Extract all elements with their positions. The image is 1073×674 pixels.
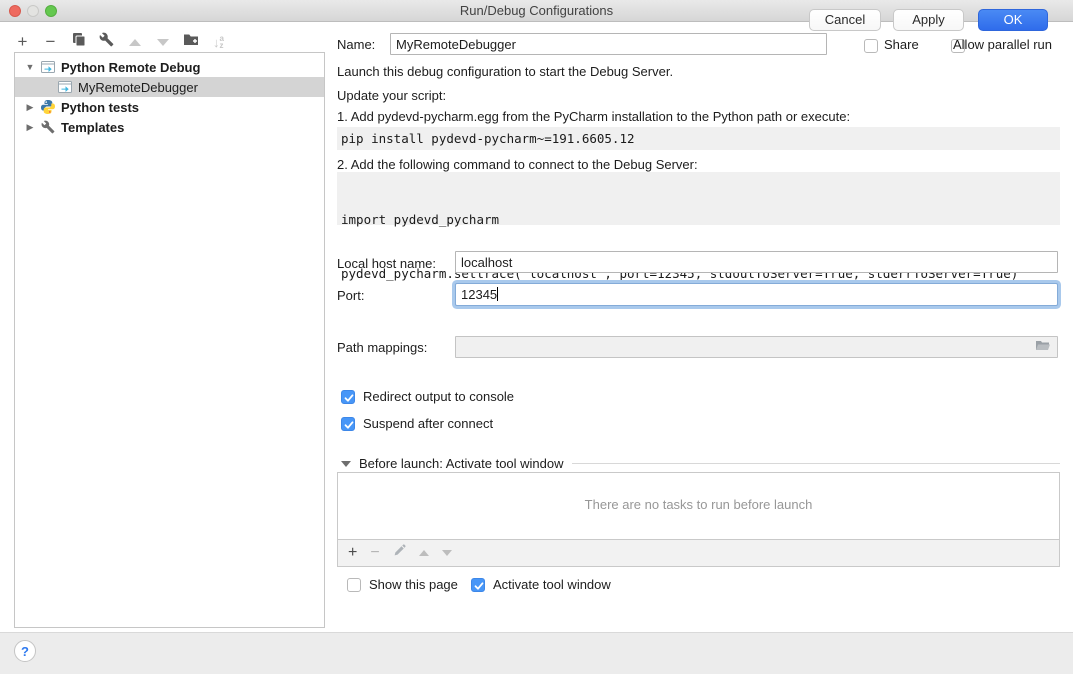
before-launch-title: Before launch: Activate tool window — [359, 456, 564, 471]
settrace-code: import pydevd_pycharm pydevd_pycharm.set… — [337, 172, 1060, 225]
instruction-line-2: Update your script: — [337, 88, 446, 103]
port-input[interactable]: 12345 — [455, 283, 1058, 306]
sort-alpha-icon: ↓ az — [213, 35, 224, 50]
port-value: 12345 — [461, 287, 497, 302]
chevron-right-icon[interactable]: ▶ — [24, 122, 36, 133]
instruction-line-1: Launch this debug configuration to start… — [337, 64, 673, 79]
activate-tool-window-label: Activate tool window — [493, 577, 611, 592]
wrench-icon — [40, 119, 56, 135]
arrow-down-icon — [442, 550, 452, 556]
local-host-label: Local host name: — [337, 256, 436, 271]
path-mappings-field[interactable] — [455, 336, 1058, 358]
allow-parallel-run-label: Allow parallel run — [953, 37, 1052, 52]
dialog-footer — [0, 632, 1073, 674]
chevron-down-icon[interactable]: ▼ — [24, 62, 36, 72]
plus-icon: + — [18, 32, 28, 52]
remote-debug-icon — [40, 59, 56, 75]
tree-item-label: Python tests — [61, 100, 139, 115]
help-button[interactable]: ? — [14, 640, 36, 662]
folder-open-icon[interactable] — [1035, 339, 1051, 355]
chevron-down-icon[interactable] — [341, 461, 351, 467]
arrow-up-icon — [419, 550, 429, 556]
add-task-button[interactable]: + — [348, 544, 357, 562]
local-host-input[interactable] — [455, 251, 1058, 273]
suspend-after-connect-label: Suspend after connect — [363, 416, 493, 431]
tree-item-label: Python Remote Debug — [61, 60, 200, 75]
tasks-empty-text: There are no tasks to run before launch — [338, 473, 1059, 512]
tasks-toolbar: + − — [337, 540, 1060, 567]
question-mark-icon: ? — [21, 644, 29, 659]
pip-install-code: pip install pydevd-pycharm~=191.6605.12 — [337, 127, 1060, 150]
minus-icon: − — [46, 32, 56, 52]
configurations-tree: ▼ Python Remote Debug MyRemoteDebugger ▶… — [14, 52, 325, 628]
pencil-icon — [393, 544, 406, 562]
port-label: Port: — [337, 288, 364, 303]
text-caret — [497, 287, 498, 301]
new-folder-button[interactable] — [182, 33, 199, 51]
activate-tool-window-checkbox[interactable] — [471, 578, 485, 592]
wrench-icon — [99, 32, 114, 52]
redirect-output-row: Redirect output to console — [341, 389, 514, 404]
copy-icon — [72, 32, 86, 52]
edit-templates-button[interactable] — [98, 33, 115, 51]
activate-tool-window-row: Activate tool window — [471, 577, 611, 592]
show-this-page-checkbox[interactable] — [347, 578, 361, 592]
instruction-step-1: 1. Add pydevd-pycharm.egg from the PyCha… — [337, 109, 850, 124]
plus-icon: + — [348, 544, 357, 562]
cancel-button[interactable]: Cancel — [809, 9, 881, 31]
share-label: Share — [884, 37, 919, 52]
minus-icon: − — [370, 544, 379, 562]
redirect-output-label: Redirect output to console — [363, 389, 514, 404]
folder-add-icon — [183, 32, 199, 52]
suspend-after-connect-row: Suspend after connect — [341, 416, 493, 431]
instruction-step-2: 2. Add the following command to connect … — [337, 157, 698, 172]
tree-item-label: Templates — [61, 120, 124, 135]
configurations-toolbar: + − ↓ az — [14, 30, 227, 54]
show-this-page-row: Show this page — [347, 577, 458, 592]
tree-item-myremotedebugger[interactable]: MyRemoteDebugger — [15, 77, 324, 97]
tree-item-label: MyRemoteDebugger — [78, 80, 198, 95]
before-launch-tasks-list[interactable]: There are no tasks to run before launch — [337, 472, 1060, 540]
copy-configuration-button[interactable] — [70, 33, 87, 51]
before-launch-header[interactable]: Before launch: Activate tool window — [341, 456, 1060, 471]
path-mappings-label: Path mappings: — [337, 340, 427, 355]
tree-item-templates[interactable]: ▶ Templates — [15, 117, 324, 137]
arrow-up-icon — [129, 39, 141, 46]
chevron-right-icon[interactable]: ▶ — [24, 102, 36, 113]
edit-task-button[interactable] — [393, 544, 406, 562]
name-label: Name: — [337, 37, 375, 52]
python-icon — [40, 99, 56, 115]
sort-configurations-button[interactable]: ↓ az — [210, 33, 227, 51]
move-down-button[interactable] — [154, 33, 171, 51]
remove-configuration-button[interactable]: − — [42, 33, 59, 51]
name-input[interactable] — [390, 33, 827, 55]
arrow-down-icon — [157, 39, 169, 46]
move-task-down-button[interactable] — [442, 550, 452, 556]
remove-task-button[interactable]: − — [370, 544, 379, 562]
tree-item-python-tests[interactable]: ▶ Python tests — [15, 97, 324, 117]
redirect-output-checkbox[interactable] — [341, 390, 355, 404]
show-this-page-label: Show this page — [369, 577, 458, 592]
remote-debug-icon — [57, 79, 73, 95]
tree-item-python-remote-debug[interactable]: ▼ Python Remote Debug — [15, 57, 324, 77]
suspend-after-connect-checkbox[interactable] — [341, 417, 355, 431]
settrace-code-line-1: import pydevd_pycharm — [341, 211, 1056, 229]
move-task-up-button[interactable] — [419, 550, 429, 556]
ok-button[interactable]: OK — [978, 9, 1048, 31]
apply-button[interactable]: Apply — [893, 9, 964, 31]
move-up-button[interactable] — [126, 33, 143, 51]
share-checkbox[interactable] — [864, 39, 878, 53]
section-separator — [572, 463, 1060, 464]
add-configuration-button[interactable]: + — [14, 33, 31, 51]
